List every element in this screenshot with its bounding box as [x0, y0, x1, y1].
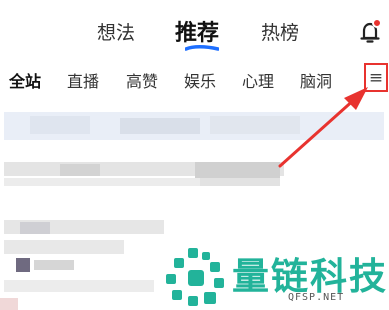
blurred-block	[200, 178, 280, 186]
blurred-block	[34, 260, 74, 270]
watermark: 量链科技 QFSP.NET	[160, 242, 389, 310]
top-tab-bar: 想法 推荐 热榜	[0, 0, 389, 62]
active-tab-indicator	[185, 45, 219, 51]
tab-ideas[interactable]: 想法	[97, 18, 135, 45]
blurred-block	[195, 162, 280, 178]
blurred-block	[120, 118, 200, 134]
blurred-block	[4, 178, 204, 186]
blurred-block	[20, 222, 50, 234]
menu-icon[interactable]: ≡	[364, 63, 388, 92]
blurred-block	[0, 298, 18, 310]
tab-recommend[interactable]: 推荐	[175, 15, 219, 47]
blurred-block	[30, 116, 90, 134]
watermark-subtitle: QFSP.NET	[288, 292, 345, 303]
category-brain-hole[interactable]: 脑洞	[300, 68, 332, 92]
blurred-block	[4, 280, 154, 292]
app-screen: 想法 推荐 热榜 全站 直播 高赞 娱乐 心理 脑洞 ≡ 量链科技 QFSP.N…	[0, 0, 389, 310]
blurred-block	[4, 240, 124, 254]
category-all[interactable]: 全站	[9, 68, 41, 92]
menu-glyph: ≡	[368, 67, 384, 88]
notification-dot	[372, 18, 382, 28]
category-psychology[interactable]: 心理	[242, 68, 274, 92]
tab-hot-list[interactable]: 热榜	[261, 18, 299, 45]
blurred-block	[16, 258, 30, 272]
category-live[interactable]: 直播	[67, 68, 99, 92]
blurred-block	[60, 164, 100, 176]
category-entertainment[interactable]: 娱乐	[184, 68, 216, 92]
category-top-rated[interactable]: 高赞	[126, 68, 158, 92]
blurred-block	[210, 116, 300, 134]
category-bar: 全站 直播 高赞 娱乐 心理 脑洞	[0, 62, 389, 94]
watermark-logo-icon	[166, 248, 224, 306]
